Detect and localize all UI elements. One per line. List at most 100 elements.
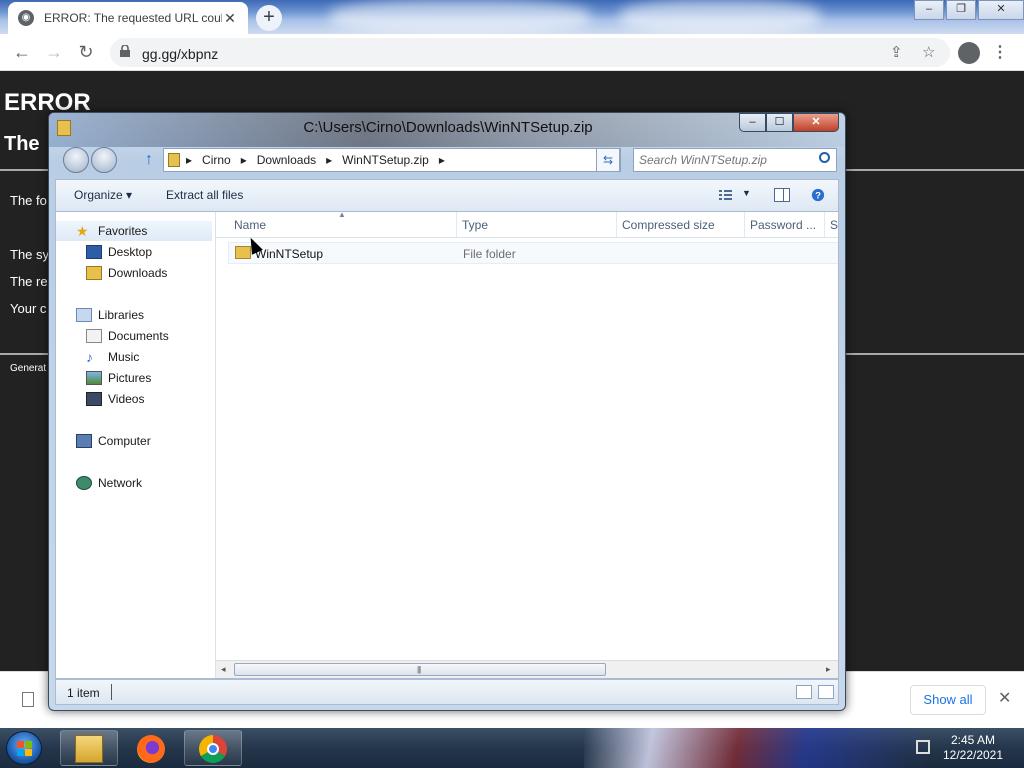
- clock-time: 2:45 AM: [950, 733, 996, 747]
- nav-item-network[interactable]: Network: [76, 473, 142, 493]
- scroll-left-icon[interactable]: ◂: [221, 664, 226, 675]
- up-arrow-icon[interactable]: ↑: [145, 151, 153, 169]
- chrome-icon: [199, 735, 227, 763]
- star-icon: ★: [76, 223, 89, 239]
- nav-item-documents[interactable]: Documents: [86, 326, 169, 346]
- share-icon[interactable]: ⇪: [890, 43, 903, 61]
- breadcrumb-downloads[interactable]: Downloads: [257, 153, 316, 167]
- forward-arrow-icon[interactable]: →: [42, 41, 66, 65]
- file-name: WinNTSetup: [255, 247, 324, 261]
- music-icon: ♪: [86, 349, 93, 365]
- taskbar-firefox[interactable]: [122, 730, 180, 766]
- libraries-icon: [76, 308, 92, 322]
- organize-button[interactable]: Organize ▾: [74, 188, 132, 202]
- downloads-folder-icon: [86, 266, 102, 280]
- bookmark-star-icon[interactable]: ☆: [922, 43, 935, 61]
- large-icons-view-icon[interactable]: [818, 685, 834, 699]
- address-bar[interactable]: gg.gg/xbpnz ⇪ ☆: [110, 38, 950, 67]
- new-tab-button[interactable]: +: [256, 5, 282, 31]
- tab-close-icon[interactable]: ✕: [222, 10, 238, 27]
- column-header-type[interactable]: Type: [462, 218, 488, 232]
- close-button[interactable]: ✕: [793, 113, 839, 132]
- file-list-pane: ▲ Name Type Compressed size Password ...…: [216, 212, 838, 678]
- page-subheading: The: [4, 133, 40, 155]
- chevron-right-icon[interactable]: ▸: [326, 153, 332, 167]
- column-header-size[interactable]: Si: [830, 218, 838, 232]
- extract-all-files-button[interactable]: Extract all files: [166, 188, 243, 202]
- chevron-right-icon[interactable]: ▸: [186, 153, 192, 167]
- nav-item-downloads[interactable]: Downloads: [86, 263, 167, 283]
- explorer-address-bar[interactable]: ▸ Cirno ▸ Downloads ▸ WinNTSetup.zip ▸ ▼: [163, 148, 621, 172]
- help-icon[interactable]: ?: [810, 188, 826, 202]
- breadcrumb-cirno[interactable]: Cirno: [202, 153, 231, 167]
- scrollbar-thumb[interactable]: |||: [234, 663, 606, 676]
- breadcrumb-zip[interactable]: WinNTSetup.zip: [342, 153, 429, 167]
- browser-tab[interactable]: ◉ ERROR: The requested URL could ✕: [8, 2, 248, 34]
- reload-icon[interactable]: ↻: [74, 41, 98, 65]
- close-icon[interactable]: ✕: [998, 688, 1011, 708]
- preview-pane-icon[interactable]: [774, 188, 790, 202]
- page-text-4: Your c: [10, 301, 47, 316]
- search-input[interactable]: [639, 152, 815, 168]
- profile-avatar-icon[interactable]: [958, 42, 980, 64]
- nav-item-pictures[interactable]: Pictures: [86, 368, 151, 388]
- nav-item-desktop[interactable]: Desktop: [86, 242, 152, 262]
- taskbar-chrome[interactable]: [184, 730, 242, 766]
- nav-item-libraries[interactable]: Libraries: [76, 305, 144, 325]
- browser-restore-button[interactable]: ❐: [946, 0, 976, 20]
- network-tray-icon[interactable]: [916, 740, 930, 754]
- window-title: C:\Users\Cirno\Downloads\WinNTSetup.zip: [303, 119, 593, 136]
- sort-ascending-icon: ▲: [338, 212, 346, 219]
- documents-icon: [86, 329, 102, 343]
- minimize-button[interactable]: –: [739, 113, 766, 132]
- page-text-3: The re: [10, 274, 48, 289]
- browser-close-button[interactable]: ✕: [978, 0, 1024, 20]
- menu-dots-icon[interactable]: ⋮: [992, 42, 1008, 62]
- search-box[interactable]: [633, 148, 837, 172]
- explorer-window: C:\Users\Cirno\Downloads\WinNTSetup.zip …: [48, 112, 846, 711]
- back-button[interactable]: [63, 147, 89, 173]
- nav-item-music[interactable]: ♪ Music: [86, 347, 139, 367]
- file-row[interactable]: WinNTSetup File folder: [228, 242, 838, 264]
- column-header-password[interactable]: Password ...: [750, 218, 816, 232]
- maximize-button[interactable]: ☐: [766, 113, 793, 132]
- page-footer: Generat: [10, 363, 47, 374]
- nav-item-videos[interactable]: Videos: [86, 389, 144, 409]
- browser-tab-strip: ◉ ERROR: The requested URL could ✕ + – ❐…: [0, 0, 1024, 34]
- show-all-button[interactable]: Show all: [910, 685, 986, 715]
- page-text-2: The sy: [10, 247, 50, 262]
- details-view-icon[interactable]: [796, 685, 812, 699]
- navigation-pane: ★ Favorites Desktop Downloads Libraries …: [56, 212, 216, 678]
- firefox-icon: [137, 735, 165, 763]
- refresh-icon[interactable]: ⇆: [596, 148, 620, 172]
- svg-text:?: ?: [815, 191, 821, 202]
- videos-icon: [86, 392, 102, 406]
- search-icon[interactable]: [819, 152, 830, 163]
- chevron-right-icon[interactable]: ▸: [439, 153, 445, 167]
- forward-button[interactable]: [91, 147, 117, 173]
- browser-minimize-button[interactable]: –: [914, 0, 944, 20]
- zip-folder-icon: [168, 153, 180, 167]
- explorer-body: ★ Favorites Desktop Downloads Libraries …: [55, 211, 839, 679]
- back-arrow-icon[interactable]: ←: [10, 41, 34, 65]
- start-button[interactable]: [6, 731, 42, 765]
- taskbar-explorer[interactable]: [60, 730, 118, 766]
- system-clock[interactable]: 2:45 AM 12/22/2021: [938, 733, 1008, 763]
- nav-item-computer[interactable]: Computer: [76, 431, 151, 451]
- computer-icon: [76, 434, 92, 448]
- chevron-right-icon[interactable]: ▸: [241, 153, 247, 167]
- folder-icon: [75, 735, 103, 763]
- nav-item-favorites[interactable]: ★ Favorites: [56, 221, 212, 241]
- chevron-down-icon[interactable]: ▼: [742, 188, 751, 198]
- item-count: 1 item: [67, 686, 100, 700]
- horizontal-scrollbar[interactable]: ◂ ||| ▸: [216, 660, 838, 678]
- clock-date: 12/22/2021: [942, 748, 1004, 762]
- scroll-right-icon[interactable]: ▸: [826, 664, 831, 675]
- view-options-icon[interactable]: [718, 188, 734, 202]
- column-header-compressed-size[interactable]: Compressed size: [622, 218, 715, 232]
- network-icon: [76, 476, 92, 490]
- windows-logo-icon: [17, 741, 33, 757]
- taskbar: 2:45 AM 12/22/2021: [0, 728, 1024, 768]
- file-icon: [22, 692, 34, 707]
- column-header-name[interactable]: Name: [234, 218, 266, 232]
